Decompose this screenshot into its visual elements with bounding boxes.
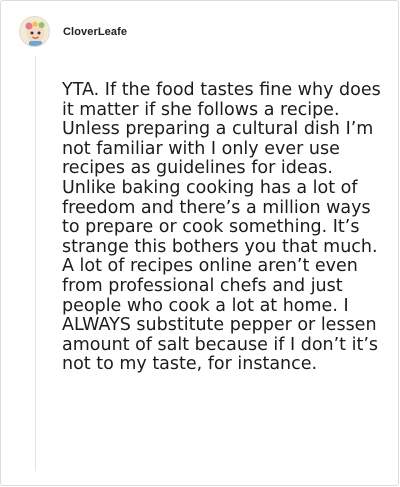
comment-header: CloverLeafe	[19, 16, 127, 47]
username[interactable]: CloverLeafe	[63, 26, 127, 38]
comment-card: CloverLeafe YTA. If the food tastes fine…	[0, 0, 399, 486]
thread-line[interactable]	[35, 56, 36, 471]
comment-text: YTA. If the food tastes fine why does it…	[62, 80, 381, 375]
cartoon-avatar-icon	[25, 21, 45, 46]
avatar[interactable]	[19, 16, 50, 47]
